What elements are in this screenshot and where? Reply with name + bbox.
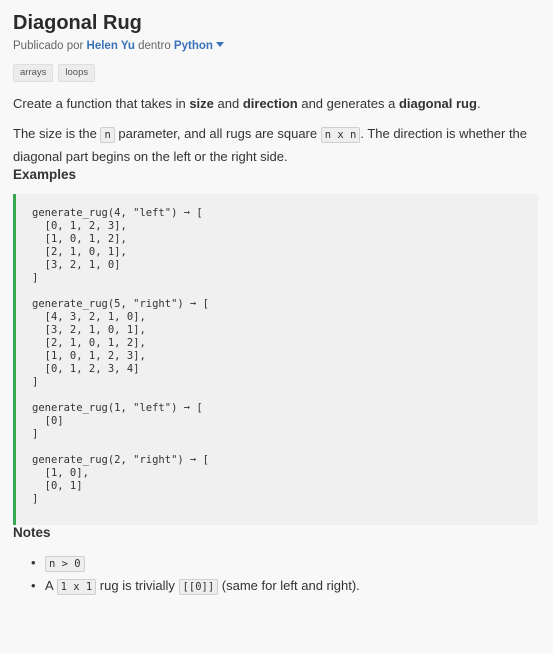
inline-code-n-gt-0: n > 0 (45, 556, 85, 572)
description-text: parameter, and all rugs are square (114, 126, 321, 141)
author-link[interactable]: Helen Yu (87, 40, 135, 52)
language-label: Python (173, 40, 213, 52)
page-title: Diagonal Rug (13, 12, 142, 34)
description-bold-direction: direction (242, 96, 298, 111)
inline-code-1-x-1: 1 x 1 (56, 579, 97, 595)
note-item: • A 1 x 1 rug is trivially [[0]] (same fo… (13, 575, 540, 598)
bullet-icon: • (31, 555, 36, 570)
description-text: and (213, 96, 243, 111)
byline: Publicado por Helen Yu dentro Python (13, 38, 540, 54)
note-text: rug is trivially (96, 578, 179, 593)
tag-list: arrays loops (13, 62, 540, 82)
inline-code-n-x-n: n x n (320, 127, 361, 143)
description-text: and generates a (297, 96, 399, 111)
description-text: . (476, 96, 481, 111)
description-bold-diagonal-rug: diagonal rug (398, 96, 477, 111)
examples-code: generate_rug(4, "left") ➞ [ [0, 1, 2, 3]… (32, 207, 210, 505)
description-text: The size is the (13, 126, 101, 141)
tag-loops[interactable]: loops (58, 64, 96, 82)
description-bold-size: size (189, 96, 214, 111)
examples-heading: Examples (13, 167, 77, 182)
note-item: • n > 0 (13, 552, 540, 575)
within-label: dentro (138, 40, 171, 52)
language-dropdown[interactable]: Python (174, 40, 224, 52)
inline-code-nested-zero: [[0]] (178, 579, 219, 595)
examples-code-block: generate_rug(4, "left") ➞ [ [0, 1, 2, 3]… (13, 194, 538, 525)
note-text: (same for left and right). (218, 578, 360, 593)
note-text: A (45, 578, 57, 593)
challenge-page: Diagonal Rug Publicado por Helen Yu dent… (0, 0, 553, 653)
description-paragraph-2: The size is the n parameter, and all rug… (13, 123, 540, 167)
description-paragraph-1: Create a function that takes in size and… (13, 93, 540, 114)
notes-list: • n > 0 • A 1 x 1 rug is trivially [[0]] (… (13, 552, 540, 598)
bullet-icon: • (31, 578, 36, 593)
tag-arrays[interactable]: arrays (13, 64, 54, 82)
inline-code-n: n (100, 127, 115, 143)
notes-heading: Notes (13, 525, 51, 540)
caret-down-icon (215, 42, 224, 48)
description-text: Create a function that takes in (13, 96, 190, 111)
published-by-label: Publicado por (13, 40, 84, 52)
